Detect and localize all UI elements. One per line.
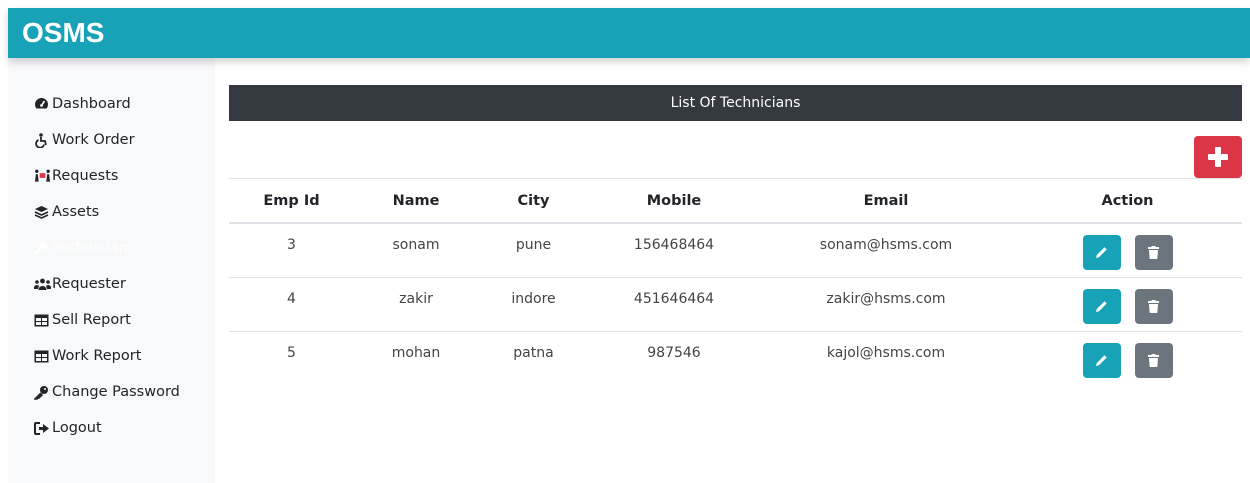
tachometer-icon <box>34 96 51 112</box>
delete-button[interactable] <box>1134 342 1173 378</box>
pencil-icon <box>1096 354 1107 366</box>
table-row: 3 sonam pune 156468464 sonam@hsms.com <box>229 223 1242 278</box>
plus-icon <box>1207 146 1229 168</box>
sidebar-item-label: Change Password <box>52 384 180 400</box>
cell-emp-id: 4 <box>229 277 354 332</box>
accessible-icon <box>34 132 51 148</box>
column-header-action: Action <box>1013 178 1242 224</box>
column-header-email: Email <box>759 178 1013 224</box>
sidebar: Dashboard Work Order Requests Assets Tec… <box>8 58 215 483</box>
sidebar-item-requests[interactable]: Requests <box>34 164 118 188</box>
sidebar-item-dashboard[interactable]: Dashboard <box>34 92 131 116</box>
key-icon <box>34 384 51 400</box>
sidebar-item-label: Technician <box>52 240 128 256</box>
edit-button[interactable] <box>1082 342 1121 378</box>
edit-button[interactable] <box>1082 288 1121 324</box>
brand-logo[interactable]: OSMS <box>22 16 104 50</box>
cell-name: zakir <box>354 277 478 332</box>
sidebar-item-work-report[interactable]: Work Report <box>34 344 141 368</box>
cell-city: pune <box>478 223 589 278</box>
cell-city: patna <box>513 344 554 361</box>
layer-group-icon <box>34 204 51 220</box>
cell-actions <box>1013 223 1242 278</box>
column-header-name: Name <box>354 178 478 224</box>
trash-icon <box>1148 353 1159 367</box>
top-navbar: OSMS <box>8 8 1250 58</box>
sidebar-item-label: Sell Report <box>52 312 131 328</box>
column-header-city: City <box>478 178 589 224</box>
cell-city: indore <box>478 277 589 332</box>
pencil-icon <box>1096 300 1107 312</box>
trash-icon <box>1148 246 1159 259</box>
table-icon <box>34 312 51 328</box>
technicians-table: Emp Id Name City Mobile Email Action 3 s… <box>229 178 1242 385</box>
column-header-mobile: Mobile <box>589 178 759 224</box>
sidebar-item-label: Requester <box>52 276 126 292</box>
cell-mobile: 156468464 <box>589 223 759 278</box>
cell-email: zakir@hsms.com <box>759 277 1013 332</box>
sidebar-item-technician[interactable]: Technician <box>34 236 128 260</box>
cell-emp-id: 5 <box>287 344 296 361</box>
cell-actions <box>1013 331 1242 385</box>
table-header-row: Emp Id Name City Mobile Email Action <box>229 178 1242 224</box>
sign-out-icon <box>34 420 51 436</box>
add-technician-button[interactable] <box>1194 136 1242 178</box>
people-carry-icon <box>34 168 51 184</box>
sidebar-item-sell-report[interactable]: Sell Report <box>34 308 131 332</box>
delete-button[interactable] <box>1134 235 1173 270</box>
wrench-icon <box>34 240 51 256</box>
sidebar-item-label: Requests <box>52 168 119 184</box>
cell-name: mohan <box>391 344 441 361</box>
edit-button[interactable] <box>1082 235 1121 270</box>
sidebar-item-change-password[interactable]: Change Password <box>34 380 180 404</box>
trash-icon <box>1148 299 1159 313</box>
sidebar-item-assets[interactable]: Assets <box>34 200 99 224</box>
cell-emp-id: 3 <box>229 223 354 278</box>
sidebar-item-label: Work Order <box>52 132 135 148</box>
table-title-bar: List Of Technicians <box>229 85 1242 121</box>
sidebar-item-requester[interactable]: Requester <box>34 272 126 296</box>
sidebar-item-work-order[interactable]: Work Order <box>34 128 135 152</box>
sidebar-item-label: Assets <box>52 204 100 220</box>
delete-button[interactable] <box>1134 288 1173 324</box>
table-row: 5 mohan patna 987546 kajol@hsms.com <box>229 331 1242 385</box>
sidebar-item-label: Logout <box>52 420 102 436</box>
cell-mobile: 987546 <box>647 344 701 361</box>
sidebar-item-label: Dashboard <box>52 96 131 112</box>
table-icon <box>34 348 51 364</box>
users-icon <box>34 276 51 292</box>
cell-mobile: 451646464 <box>589 277 759 332</box>
column-header-emp-id: Emp Id <box>229 178 354 224</box>
cell-email: kajol@hsms.com <box>826 344 946 361</box>
cell-email: sonam@hsms.com <box>759 223 1013 278</box>
table-row: 4 zakir indore 451646464 zakir@hsms.com <box>229 277 1242 332</box>
sidebar-item-label: Work Report <box>52 348 142 364</box>
sidebar-item-logout[interactable]: Logout <box>34 416 102 440</box>
cell-name: sonam <box>354 223 478 278</box>
pencil-icon <box>1096 247 1107 258</box>
cell-actions <box>1013 277 1242 332</box>
